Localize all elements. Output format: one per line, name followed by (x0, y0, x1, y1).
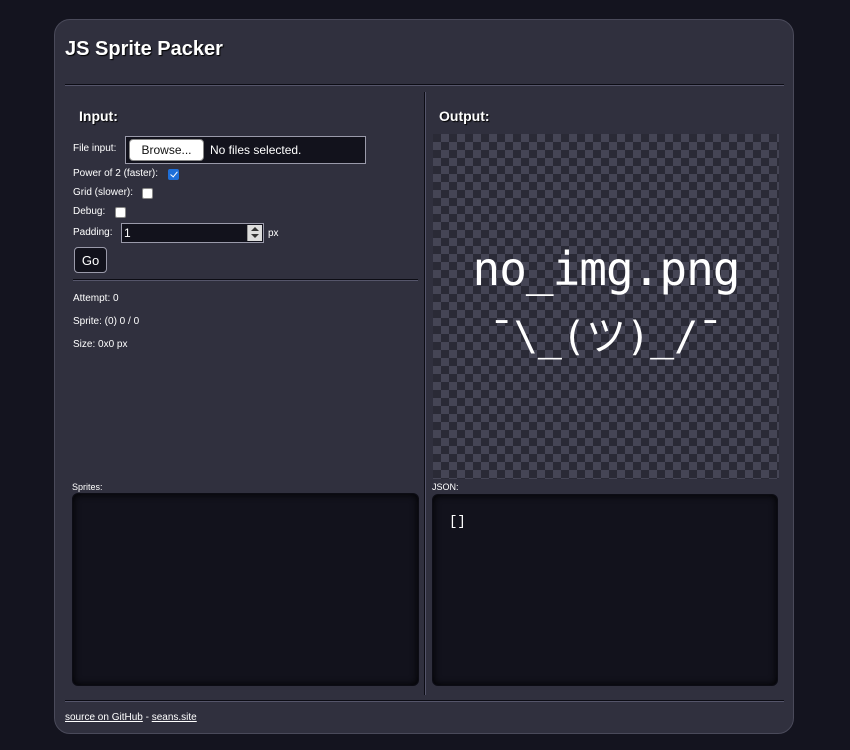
output-image: no_img.png ¯\_(ツ)_/¯ (433, 134, 779, 479)
source-link[interactable]: source on GitHub (65, 712, 143, 723)
json-content: [] (449, 514, 466, 530)
output-image-shrug: ¯\_(ツ)_/¯ (489, 314, 723, 360)
input-divider (73, 279, 418, 281)
spin-down-icon[interactable] (251, 234, 259, 238)
go-button[interactable]: Go (74, 247, 107, 273)
footer-divider (65, 700, 784, 702)
debug-label: Debug: (73, 206, 106, 217)
output-image-filename: no_img.png (472, 242, 741, 296)
grid-label: Grid (slower): (73, 187, 134, 198)
sprite-stat: Sprite: (0) 0 / 0 (73, 316, 140, 327)
json-label: JSON: (432, 482, 459, 492)
padding-unit: px (268, 228, 279, 239)
grid-checkbox[interactable] (142, 188, 153, 199)
debug-checkbox[interactable] (115, 207, 126, 218)
spin-up-icon[interactable] (251, 227, 259, 231)
padding-input[interactable]: 1 (121, 223, 264, 243)
attempt-stat: Attempt: 0 (73, 293, 119, 304)
json-textarea[interactable]: [] (432, 494, 778, 686)
padding-value: 1 (124, 226, 131, 240)
power-of-two-label: Power of 2 (faster): (73, 168, 159, 179)
power-of-two-checkbox[interactable] (168, 169, 179, 180)
file-input[interactable]: Browse... No files selected. (125, 136, 366, 164)
site-link[interactable]: seans.site (152, 712, 197, 723)
panel-divider (424, 92, 426, 695)
footer-separator: - (142, 712, 152, 723)
browse-button[interactable]: Browse... (129, 139, 204, 161)
padding-label: Padding: (73, 227, 113, 238)
app-title: JS Sprite Packer (65, 38, 223, 60)
padding-spinner[interactable] (247, 225, 262, 241)
app-card: JS Sprite Packer Input: File input: Brow… (54, 19, 794, 734)
sprites-label: Sprites: (72, 482, 103, 492)
file-status: No files selected. (210, 143, 302, 157)
header-divider (65, 84, 784, 86)
input-section-title: Input: (79, 108, 118, 124)
footer: source on GitHub - seans.site (65, 712, 197, 723)
size-stat: Size: 0x0 px (73, 339, 128, 350)
output-section-title: Output: (439, 108, 490, 124)
file-input-label: File input: (73, 143, 117, 154)
sprites-textarea[interactable] (72, 493, 419, 686)
